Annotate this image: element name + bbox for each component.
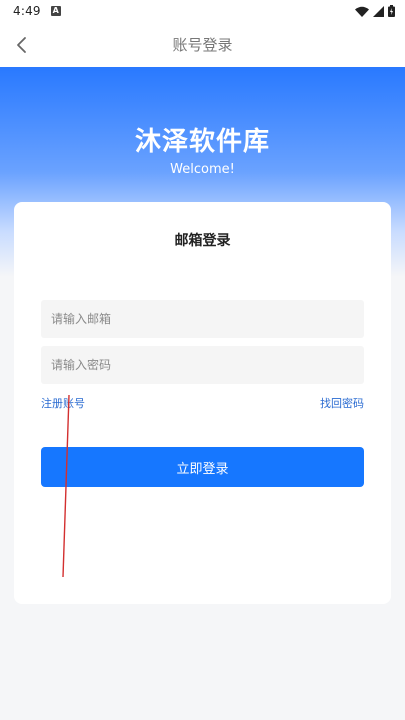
login-button[interactable]: 立即登录 (41, 447, 364, 487)
status-time: 4:49 (13, 4, 41, 18)
app-name: 沐泽软件库 (134, 127, 270, 157)
a-letter-icon: A (50, 6, 61, 16)
forgot-password-link[interactable]: 找回密码 (320, 395, 364, 411)
status-right (355, 5, 395, 17)
chevron-left-icon[interactable] (10, 34, 32, 56)
battery-icon (388, 5, 395, 17)
email-input[interactable] (41, 300, 364, 338)
page-title: 账号登录 (172, 36, 233, 54)
wifi-icon (355, 6, 369, 17)
register-link[interactable]: 注册账号 (41, 395, 85, 411)
login-card: 邮箱登录 注册账号 找回密码 立即登录 (14, 202, 391, 604)
status-bar: 4:49 A (0, 0, 405, 22)
signal-icon (373, 5, 384, 17)
nav-bar: 账号登录 (0, 22, 405, 67)
welcome-text: Welcome! (170, 162, 235, 177)
password-input[interactable] (41, 346, 364, 384)
status-left: 4:49 A (13, 4, 61, 18)
login-card-title: 邮箱登录 (174, 233, 231, 249)
